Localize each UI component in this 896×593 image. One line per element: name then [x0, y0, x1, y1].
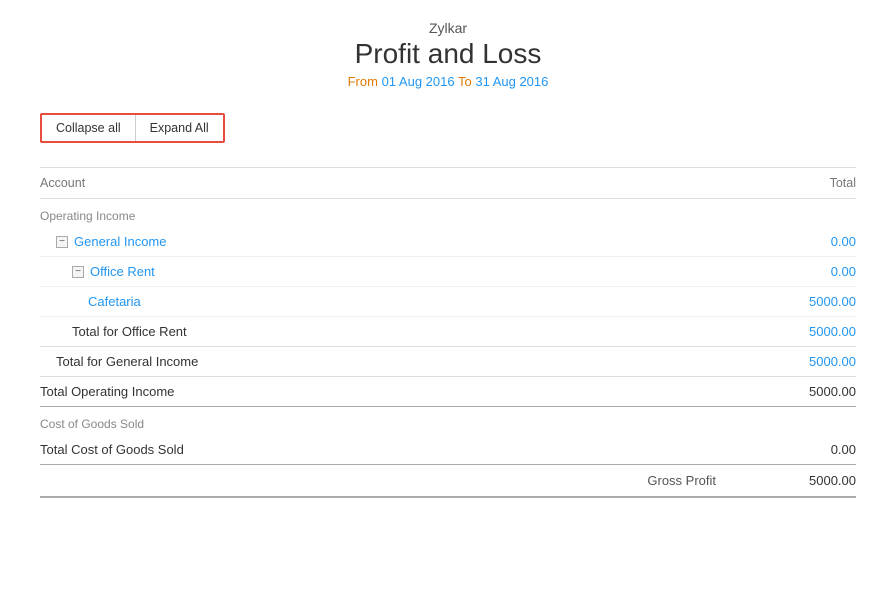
collapse-all-button[interactable]: Collapse all — [42, 115, 136, 141]
office-rent-value: 0.00 — [756, 264, 856, 279]
row-total-operating-income: Total Operating Income 5000.00 — [40, 377, 856, 407]
section-cogs: Cost of Goods Sold — [40, 407, 856, 435]
table-header: Account Total — [40, 167, 856, 199]
gross-profit-label: Gross Profit — [647, 473, 716, 488]
report-header: Zylkar Profit and Loss From 01 Aug 2016 … — [40, 20, 856, 89]
cafetaria-value: 5000.00 — [756, 294, 856, 309]
report-table: Account Total Operating Income − General… — [40, 167, 856, 498]
row-general-income: − General Income 0.00 — [40, 227, 856, 257]
total-general-income-value: 5000.00 — [756, 354, 856, 369]
total-cogs-value: 0.00 — [756, 442, 856, 457]
company-name: Zylkar — [40, 20, 856, 36]
toolbar: Collapse all Expand All — [40, 113, 225, 143]
row-office-rent: − Office Rent 0.00 — [40, 257, 856, 287]
general-income-collapse-icon[interactable]: − — [56, 236, 68, 248]
date-from: 01 Aug 2016 — [382, 74, 455, 89]
office-rent-collapse-icon[interactable]: − — [72, 266, 84, 278]
total-cogs-label: Total Cost of Goods Sold — [40, 442, 184, 457]
col-total: Total — [830, 176, 856, 190]
total-operating-income-label: Total Operating Income — [40, 384, 174, 399]
section-operating-income: Operating Income — [40, 199, 856, 227]
row-cafetaria: Cafetaria 5000.00 — [40, 287, 856, 317]
date-to-label: To — [458, 74, 472, 89]
general-income-label[interactable]: General Income — [74, 234, 167, 249]
general-income-value: 0.00 — [756, 234, 856, 249]
row-gross-profit: Gross Profit 5000.00 — [40, 465, 856, 498]
date-from-prefix: From — [348, 74, 378, 89]
total-office-rent-value: 5000.00 — [756, 324, 856, 339]
row-total-cogs: Total Cost of Goods Sold 0.00 — [40, 435, 856, 465]
office-rent-label[interactable]: Office Rent — [90, 264, 155, 279]
date-range: From 01 Aug 2016 To 31 Aug 2016 — [40, 74, 856, 89]
page-container: Zylkar Profit and Loss From 01 Aug 2016 … — [0, 0, 896, 593]
cafetaria-label[interactable]: Cafetaria — [88, 294, 141, 309]
total-operating-income-value: 5000.00 — [756, 384, 856, 399]
gross-profit-value: 5000.00 — [756, 473, 856, 488]
col-account: Account — [40, 176, 85, 190]
report-title: Profit and Loss — [40, 38, 856, 70]
date-to: 31 Aug 2016 — [475, 74, 548, 89]
row-total-general-income: Total for General Income 5000.00 — [40, 347, 856, 377]
total-office-rent-label: Total for Office Rent — [72, 324, 187, 339]
expand-all-button[interactable]: Expand All — [136, 115, 223, 141]
total-general-income-label: Total for General Income — [56, 354, 198, 369]
row-total-office-rent: Total for Office Rent 5000.00 — [40, 317, 856, 347]
